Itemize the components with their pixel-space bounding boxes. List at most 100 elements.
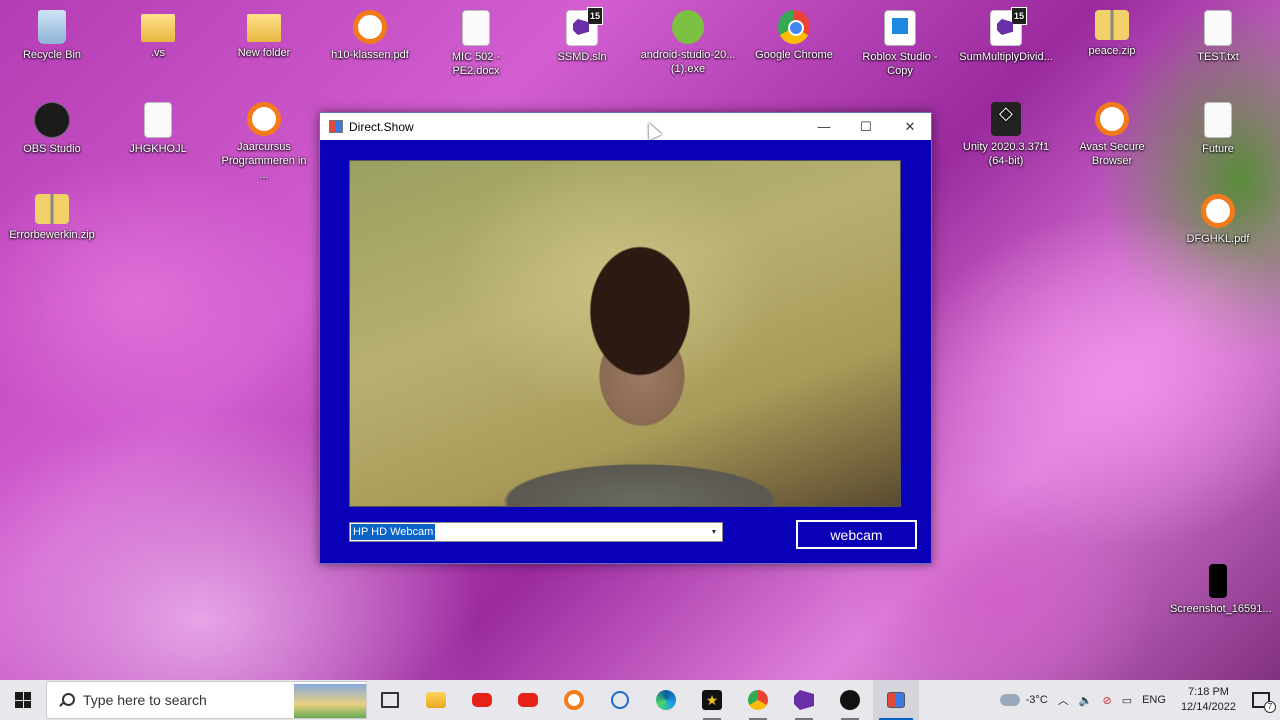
desktop-icon-jhgkhojl[interactable]: JHGKHOJL xyxy=(110,102,206,156)
edge-icon xyxy=(656,690,676,710)
taskbar-camera[interactable] xyxy=(597,680,643,720)
start-button[interactable] xyxy=(0,680,46,720)
desktop-icon-roblox-studio[interactable]: Roblox Studio - Copy xyxy=(852,10,948,78)
desktop-icon-jaarcursus[interactable]: Jaarcursus Programmeren in ... xyxy=(216,102,312,182)
speaker-icon: 🔈 xyxy=(1078,694,1093,707)
desktop-icon-h10-klassen[interactable]: h10-klassen.pdf xyxy=(322,10,418,62)
notification-icon[interactable]: 7 xyxy=(1252,692,1276,713)
folder-icon xyxy=(426,692,446,708)
desktop-icon-label: SumMultiplyDivid... xyxy=(959,51,1053,63)
desktop-icon-label: Roblox Studio - Copy xyxy=(862,51,938,77)
language-indicator[interactable]: ENG xyxy=(1137,694,1171,706)
folder-icon xyxy=(247,14,281,42)
desktop-icon-label: Google Chrome xyxy=(755,49,833,61)
version-badge: 15 xyxy=(1010,7,1027,25)
desktop-icon-recycle-bin[interactable]: Recycle Bin xyxy=(4,10,100,62)
desktop-icon-label: Screenshot_16591... xyxy=(1170,603,1272,615)
desktop-icon-new-folder[interactable]: New folder xyxy=(216,10,312,60)
desktop-icon-label: android-studio-20... (1).exe xyxy=(640,49,736,75)
version-badge: 15 xyxy=(586,7,603,25)
desktop-icon-label: Errorbewerkin.zip xyxy=(9,229,95,241)
avast-browser-icon xyxy=(1095,102,1129,136)
desktop-icon-label: DFGHKL.pdf xyxy=(1186,233,1250,245)
visual-studio-icon xyxy=(794,690,814,710)
visual-studio-icon: 15 xyxy=(990,7,1027,46)
weather-widget[interactable]: -3°C xyxy=(995,694,1053,706)
desktop-icon-dfghkl[interactable]: DFGHKL.pdf xyxy=(1170,194,1266,246)
obs-icon xyxy=(840,690,860,710)
clock[interactable]: 7:18 PM 12/14/2022 xyxy=(1171,685,1246,715)
desktop-icon-screenshot[interactable]: Screenshot_16591... xyxy=(1170,564,1272,616)
task-view-icon xyxy=(381,692,399,708)
visual-studio-icon: 15 xyxy=(566,7,603,46)
direct-show-window: Direct.Show — ☐ ✕ HP HD Webcam ▼ webcam xyxy=(319,112,932,564)
webcam-button[interactable]: webcam xyxy=(796,520,917,549)
taskbar-youtube[interactable] xyxy=(459,680,505,720)
desktop-icon-peace-zip[interactable]: peace.zip xyxy=(1064,10,1160,58)
webcam-preview xyxy=(349,160,901,507)
desktop-icon-label: peace.zip xyxy=(1088,45,1136,57)
avast-pdf-icon xyxy=(1201,194,1235,228)
window-titlebar[interactable]: Direct.Show — ☐ ✕ xyxy=(320,113,931,140)
file-icon xyxy=(1204,102,1232,138)
avast-pdf-icon xyxy=(247,102,281,136)
battery[interactable]: ▭ xyxy=(1117,694,1137,707)
taskbar-visual-studio[interactable] xyxy=(781,680,827,720)
network[interactable]: ⊘ xyxy=(1097,694,1116,707)
docx-icon xyxy=(462,10,490,46)
text-file-icon xyxy=(1204,10,1232,46)
desktop-icon-ssmd[interactable]: 15 SSMD.sln xyxy=(534,7,630,64)
avast-browser-icon xyxy=(564,690,584,710)
desktop-icon-label: Recycle Bin xyxy=(22,49,82,61)
desktop-icon-mic-502[interactable]: MIC 502 - PE2.docx xyxy=(428,10,524,78)
desktop-icon-chrome[interactable]: Google Chrome xyxy=(746,10,842,62)
taskbar-avast-browser[interactable] xyxy=(551,680,597,720)
desktop-icon-vs-folder[interactable]: .vs xyxy=(110,10,206,60)
android-studio-icon xyxy=(672,10,704,44)
obs-icon xyxy=(34,102,70,138)
avast-pdf-icon xyxy=(353,10,387,44)
desktop-icon-avast-browser[interactable]: Avast Secure Browser xyxy=(1064,102,1160,168)
device-select-value: HP HD Webcam xyxy=(351,524,436,540)
desktop-icon-label: h10-klassen.pdf xyxy=(331,49,409,61)
system-tray: -3°C ︿ 🔈 ⊘ ▭ ENG 7:18 PM 12/14/2022 7 xyxy=(995,680,1280,720)
youtube-icon xyxy=(472,693,492,707)
clock-time: 7:18 PM xyxy=(1187,686,1229,698)
desktop-icon-label: New folder xyxy=(237,47,291,59)
app-window-icon xyxy=(887,692,905,708)
image-file-icon xyxy=(1209,564,1227,598)
battery-icon: ▭ xyxy=(1121,694,1133,707)
device-select[interactable]: HP HD Webcam ▼ xyxy=(349,522,723,542)
minimize-button[interactable]: — xyxy=(803,113,845,140)
taskbar-direct-show[interactable] xyxy=(873,680,919,720)
show-hidden-icons[interactable]: ︿ xyxy=(1053,692,1074,708)
taskbar-obs[interactable] xyxy=(827,680,873,720)
desktop-icon-future[interactable]: Future xyxy=(1170,102,1266,156)
desktop-icon-obs[interactable]: OBS Studio xyxy=(4,102,100,156)
taskbar-file-explorer[interactable] xyxy=(413,680,459,720)
maximize-button[interactable]: ☐ xyxy=(845,113,887,140)
taskbar-chrome[interactable] xyxy=(735,680,781,720)
search-placeholder: Type here to search xyxy=(83,692,207,708)
chevron-down-icon[interactable]: ▼ xyxy=(706,523,722,541)
taskbar-task-view[interactable] xyxy=(367,680,413,720)
desktop-icon-errorbewerkin[interactable]: Errorbewerkin.zip xyxy=(4,194,100,242)
volume[interactable]: 🔈 xyxy=(1074,694,1098,707)
taskbar-youtube-2[interactable] xyxy=(505,680,551,720)
desktop-icon-android-studio[interactable]: android-studio-20... (1).exe xyxy=(640,10,736,76)
desktop-icon-label: .vs xyxy=(150,47,166,59)
chevron-up-icon: ︿ xyxy=(1057,695,1069,707)
taskbar-movie-maker[interactable]: ★ xyxy=(689,680,735,720)
desktop-icon-label: Jaarcursus Programmeren in ... xyxy=(221,141,307,181)
star-icon: ★ xyxy=(702,690,722,710)
desktop-icon-unity[interactable]: Unity 2020.3.37f1 (64-bit) xyxy=(958,102,1054,168)
desktop-icon-summultiply[interactable]: 15 SumMultiplyDivid... xyxy=(958,7,1054,64)
zip-icon xyxy=(1095,10,1129,40)
desktop-icon-label: TEST.txt xyxy=(1197,51,1239,63)
taskbar-search[interactable]: Type here to search xyxy=(46,681,367,719)
roblox-studio-icon xyxy=(884,10,916,46)
taskbar-edge[interactable] xyxy=(643,680,689,720)
windows-logo-icon xyxy=(15,692,31,708)
desktop-icon-test-txt[interactable]: TEST.txt xyxy=(1170,10,1266,64)
close-button[interactable]: ✕ xyxy=(889,113,931,140)
